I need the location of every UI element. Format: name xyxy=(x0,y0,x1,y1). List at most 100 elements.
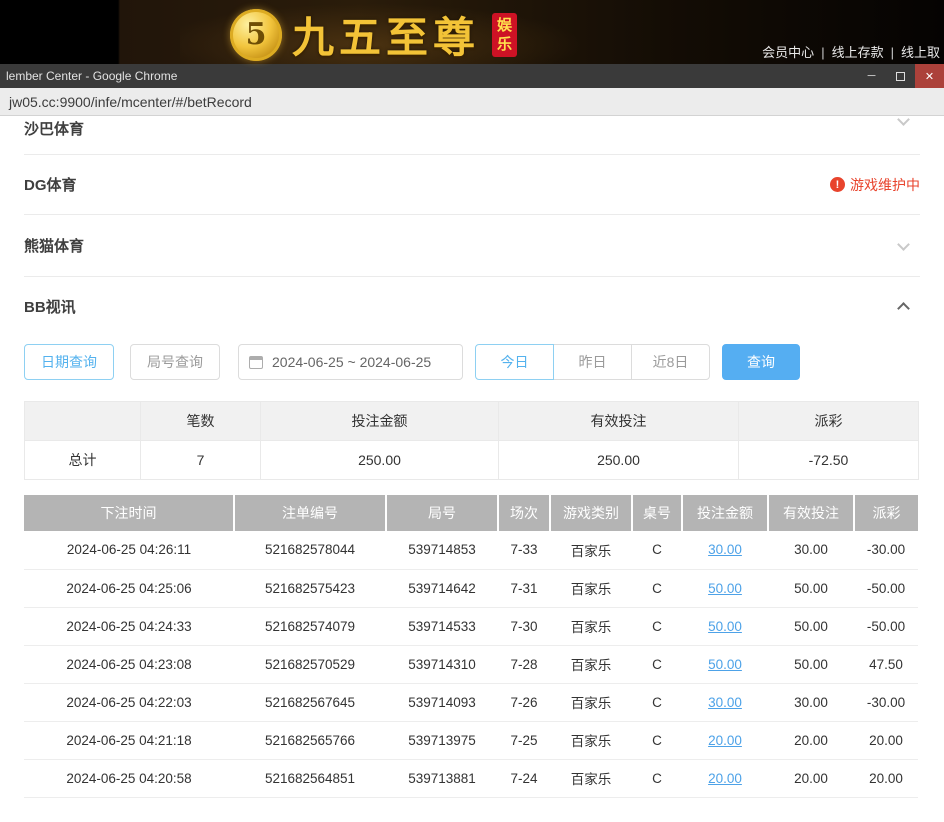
bet-amount-link[interactable]: 20.00 xyxy=(708,771,742,786)
filter-bar: 日期查询 局号查询 2024-06-25 ~ 2024-06-25 今日 昨日 … xyxy=(24,343,920,381)
close-icon: ✕ xyxy=(925,70,934,83)
top-nav: 会员中心 | 线上存款 | 线上取 xyxy=(762,42,940,61)
quick-range-group: 今日 昨日 近8日 xyxy=(475,344,710,380)
session: 7-33 xyxy=(498,531,550,569)
round-number: 539713881 xyxy=(386,759,498,797)
payout: -30.00 xyxy=(854,531,918,569)
chevron-up-icon xyxy=(897,302,910,315)
summary-header-count: 笔数 xyxy=(141,402,261,441)
nav-online-deposit[interactable]: 线上存款 xyxy=(832,45,884,60)
summary-corner-cell xyxy=(25,402,141,441)
header-payout: 派彩 xyxy=(854,495,918,531)
site-logo-badge: 娱乐 xyxy=(492,13,517,57)
order-number: 521682564851 xyxy=(234,759,386,797)
window-titlebar[interactable]: lember Center - Google Chrome ─ ✕ xyxy=(0,64,944,88)
table-row: 2024-06-25 04:20:58521682564851539713881… xyxy=(24,759,918,797)
summary-header-bet-amount: 投注金额 xyxy=(261,402,499,441)
bet-amount-link[interactable]: 30.00 xyxy=(708,542,742,557)
header-session: 场次 xyxy=(498,495,550,531)
header-valid-bet: 有效投注 xyxy=(768,495,854,531)
valid-bet: 50.00 xyxy=(768,645,854,683)
bet-time: 2024-06-25 04:26:11 xyxy=(24,531,234,569)
valid-bet: 30.00 xyxy=(768,531,854,569)
round-number: 539714093 xyxy=(386,683,498,721)
summary-header-row: 笔数 投注金额 有效投注 派彩 xyxy=(25,402,919,441)
table-row: 2024-06-25 04:25:06521682575423539714642… xyxy=(24,569,918,607)
date-query-tab[interactable]: 日期查询 xyxy=(24,344,114,380)
minimize-icon: ─ xyxy=(868,70,876,82)
session: 7-26 xyxy=(498,683,550,721)
payout: -50.00 xyxy=(854,607,918,645)
date-range-value: 2024-06-25 ~ 2024-06-25 xyxy=(272,354,431,370)
bet-amount-link[interactable]: 50.00 xyxy=(708,581,742,596)
bet-amount-link[interactable]: 50.00 xyxy=(708,619,742,634)
session: 7-30 xyxy=(498,607,550,645)
last-8-days-button[interactable]: 近8日 xyxy=(631,344,710,380)
bet-amount-cell: 50.00 xyxy=(682,607,768,645)
bet-time: 2024-06-25 04:21:18 xyxy=(24,721,234,759)
summary-total-label: 总计 xyxy=(25,441,141,480)
bet-time: 2024-06-25 04:23:08 xyxy=(24,645,234,683)
bet-amount-cell: 50.00 xyxy=(682,645,768,683)
today-button[interactable]: 今日 xyxy=(475,344,554,380)
bet-amount-link[interactable]: 20.00 xyxy=(708,733,742,748)
order-number: 521682578044 xyxy=(234,531,386,569)
section-bb-live[interactable]: BB视讯 xyxy=(24,277,920,335)
section-panda-sports[interactable]: 熊猫体育 xyxy=(24,215,920,277)
close-button[interactable]: ✕ xyxy=(915,64,944,88)
maximize-button[interactable] xyxy=(886,64,915,88)
valid-bet: 20.00 xyxy=(768,759,854,797)
bet-time: 2024-06-25 04:22:03 xyxy=(24,683,234,721)
bet-table-header-row: 下注时间 注单编号 局号 场次 游戏类别 桌号 投注金额 有效投注 派彩 xyxy=(24,495,918,531)
search-button[interactable]: 查询 xyxy=(722,344,800,380)
session: 7-25 xyxy=(498,721,550,759)
bet-record-table: 下注时间 注单编号 局号 场次 游戏类别 桌号 投注金额 有效投注 派彩 202… xyxy=(24,495,918,798)
exclamation-icon xyxy=(830,177,845,192)
bet-amount-cell: 30.00 xyxy=(682,683,768,721)
section-saba-sports[interactable]: 沙巴体育 xyxy=(24,116,920,155)
valid-bet: 20.00 xyxy=(768,721,854,759)
valid-bet: 50.00 xyxy=(768,569,854,607)
summary-table: 笔数 投注金额 有效投注 派彩 总计 7 250.00 250.00 -72.5… xyxy=(24,401,919,480)
bet-amount-cell: 20.00 xyxy=(682,721,768,759)
bet-time: 2024-06-25 04:25:06 xyxy=(24,569,234,607)
nav-member-center[interactable]: 会员中心 xyxy=(762,45,814,60)
section-dg-sports[interactable]: DG体育 游戏维护中 xyxy=(24,155,920,215)
order-number: 521682574079 xyxy=(234,607,386,645)
header-round-number: 局号 xyxy=(386,495,498,531)
table-row: 2024-06-25 04:21:18521682565766539713975… xyxy=(24,721,918,759)
game-type: 百家乐 xyxy=(550,683,632,721)
table-row: 2024-06-25 04:23:08521682570529539714310… xyxy=(24,645,918,683)
site-header: 5 九五至尊 娱乐 会员中心 | 线上存款 | 线上取 xyxy=(0,0,944,64)
summary-bet-amount: 250.00 xyxy=(261,441,499,480)
payout: -30.00 xyxy=(854,683,918,721)
window-controls: ─ ✕ xyxy=(857,64,944,88)
site-logo: 5 九五至尊 娱乐 xyxy=(230,4,517,65)
round-number: 539714310 xyxy=(386,645,498,683)
minimize-button[interactable]: ─ xyxy=(857,64,886,88)
order-number: 521682565766 xyxy=(234,721,386,759)
maximize-icon xyxy=(896,72,905,81)
bet-amount-link[interactable]: 50.00 xyxy=(708,657,742,672)
bet-record-page: 沙巴体育 DG体育 游戏维护中 熊猫体育 BB视讯 日期查询 局号查询 2024… xyxy=(0,116,944,798)
round-number: 539714533 xyxy=(386,607,498,645)
round-query-tab[interactable]: 局号查询 xyxy=(130,344,220,380)
address-bar[interactable]: jw05.cc:9900/infe/mcenter/#/betRecord xyxy=(0,88,944,116)
nav-separator: | xyxy=(821,45,824,60)
section-title: DG体育 xyxy=(24,174,77,195)
chevron-down-icon xyxy=(897,113,910,126)
valid-bet: 30.00 xyxy=(768,683,854,721)
game-type: 百家乐 xyxy=(550,721,632,759)
yesterday-button[interactable]: 昨日 xyxy=(553,344,632,380)
payout: 20.00 xyxy=(854,759,918,797)
calendar-icon xyxy=(249,356,263,369)
round-number: 539714853 xyxy=(386,531,498,569)
maintenance-text: 游戏维护中 xyxy=(850,175,920,195)
bet-time: 2024-06-25 04:20:58 xyxy=(24,759,234,797)
game-type: 百家乐 xyxy=(550,645,632,683)
nav-online-withdraw[interactable]: 线上取 xyxy=(901,45,940,60)
date-range-input[interactable]: 2024-06-25 ~ 2024-06-25 xyxy=(238,344,463,380)
bet-amount-link[interactable]: 30.00 xyxy=(708,695,742,710)
nav-separator: | xyxy=(891,45,894,60)
table-row: 2024-06-25 04:24:33521682574079539714533… xyxy=(24,607,918,645)
